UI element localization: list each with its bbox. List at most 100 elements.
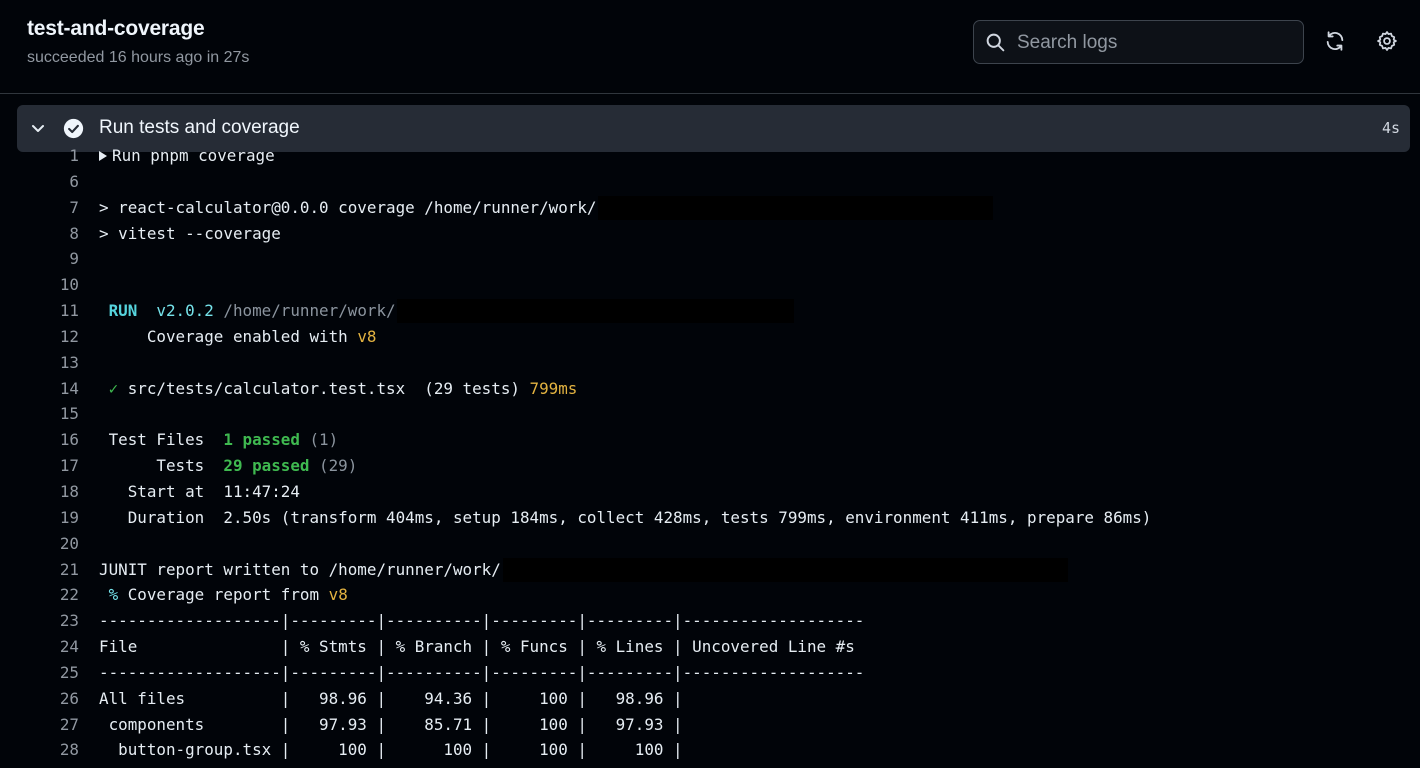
line-number[interactable]: 21 xyxy=(0,557,79,583)
search-logs-box[interactable] xyxy=(973,20,1304,65)
log-text: 29 passed xyxy=(223,456,310,476)
log-line: 13 xyxy=(0,350,1420,376)
log-text: Duration 2.50s (transform 404ms, setup 1… xyxy=(99,507,1152,527)
line-number[interactable]: 23 xyxy=(0,608,79,634)
log-text: RUN xyxy=(99,301,147,321)
line-number[interactable]: 8 xyxy=(0,221,79,247)
line-content: Duration 2.50s (transform 404ms, setup 1… xyxy=(99,505,1152,531)
log-text: -------------------|---------|----------… xyxy=(99,662,865,682)
step-duration: 4s xyxy=(1381,119,1400,137)
log-text: Coverage enabled with xyxy=(99,326,358,346)
line-number[interactable]: 16 xyxy=(0,427,79,453)
line-number[interactable]: 11 xyxy=(0,298,79,324)
log-text: /home/runner/work/ xyxy=(223,301,396,321)
line-content: Test Files 1 passed (1) xyxy=(99,427,339,453)
log-line: 6 xyxy=(0,169,1420,195)
log-text: 799ms xyxy=(529,378,578,398)
line-number[interactable]: 24 xyxy=(0,634,79,660)
log-text: button-group.tsx | 100 | 100 | 100 | 100… xyxy=(99,740,683,760)
redacted-path xyxy=(397,299,794,324)
line-content: JUNIT report written to /home/runner/wor… xyxy=(99,557,501,583)
line-content: Run pnpm coverage xyxy=(99,143,275,169)
log-text: > react-calculator@0.0.0 coverage /home/… xyxy=(99,197,597,217)
line-number[interactable]: 7 xyxy=(0,195,79,221)
log-text: File | % Stmts | % Branch | % Funcs | % … xyxy=(99,637,855,657)
log-line: 10 xyxy=(0,272,1420,298)
line-number[interactable]: 27 xyxy=(0,712,79,738)
log-line: 24 File | % Stmts | % Branch | % Funcs | … xyxy=(0,634,1420,660)
log-text: > vitest --coverage xyxy=(99,223,281,243)
log-text: Coverage report from xyxy=(118,585,329,605)
line-content: -------------------|---------|----------… xyxy=(99,660,864,686)
log-output: 1 Run pnpm coverage 6 7 > react-calculator@0… xyxy=(0,143,1420,763)
log-line: 17 Tests 29 passed (29) xyxy=(0,453,1420,479)
line-number[interactable]: 6 xyxy=(0,169,79,195)
log-line: 11 RUN v2.0.2 /home/runner/work/ xyxy=(0,298,1420,324)
log-text: components | 97.93 | 85.71 | 100 | 97.93… xyxy=(99,714,683,734)
search-icon xyxy=(986,33,1005,52)
line-content: File | % Stmts | % Branch | % Funcs | % … xyxy=(99,634,855,660)
log-line: 21 JUNIT report written to /home/runner/w… xyxy=(0,557,1420,583)
line-content: Tests 29 passed (29) xyxy=(99,453,357,479)
line-content: All files | 98.96 | 94.36 | 100 | 98.96 … xyxy=(99,686,683,712)
log-text: Test Files xyxy=(99,430,224,450)
log-line: 7 > react-calculator@0.0.0 coverage /home… xyxy=(0,195,1420,221)
log-line: 26 All files | 98.96 | 94.36 | 100 | 98.9… xyxy=(0,686,1420,712)
log-line: 14 ✓ src/tests/calculator.test.tsx (29 t… xyxy=(0,376,1420,402)
line-number[interactable]: 25 xyxy=(0,660,79,686)
log-text: Start at 11:47:24 xyxy=(99,481,300,501)
line-content: -------------------|---------|----------… xyxy=(99,608,864,634)
log-text: Run pnpm coverage xyxy=(112,146,275,165)
line-number[interactable]: 22 xyxy=(0,582,79,608)
log-line: 18 Start at 11:47:24 xyxy=(0,479,1420,505)
refresh-button[interactable] xyxy=(1320,26,1350,56)
search-logs-input[interactable] xyxy=(1015,21,1299,65)
log-line: 1 Run pnpm coverage xyxy=(0,143,1420,169)
line-content: > vitest --coverage xyxy=(99,221,281,247)
line-number[interactable]: 12 xyxy=(0,324,79,350)
log-line: 25 -------------------|---------|--------… xyxy=(0,660,1420,686)
log-line: 9 xyxy=(0,246,1420,272)
log-line: 22 % Coverage report from v8 xyxy=(0,582,1420,608)
log-line: 20 xyxy=(0,531,1420,557)
log-text: (29) xyxy=(309,456,358,476)
line-number[interactable]: 19 xyxy=(0,505,79,531)
job-title: test-and-coverage xyxy=(27,17,205,40)
log-text: JUNIT report written to /home/runner/wor… xyxy=(99,559,501,579)
log-text: Tests xyxy=(99,456,224,476)
log-line: 23 -------------------|---------|--------… xyxy=(0,608,1420,634)
log-text: src/tests/calculator.test.tsx (29 tests) xyxy=(118,378,530,398)
refresh-icon xyxy=(1326,31,1344,51)
line-number[interactable]: 14 xyxy=(0,376,79,402)
check-circle-icon xyxy=(63,118,84,139)
log-text: v8 xyxy=(328,585,348,605)
settings-button[interactable] xyxy=(1372,26,1402,56)
expand-caret-icon[interactable] xyxy=(99,151,107,161)
line-content: Coverage enabled with v8 xyxy=(99,324,377,350)
log-text: -------------------|---------|----------… xyxy=(99,611,865,631)
job-status: succeeded 16 hours ago in 27s xyxy=(27,49,250,66)
line-content: components | 97.93 | 85.71 | 100 | 97.93… xyxy=(99,712,683,738)
line-content: ✓ src/tests/calculator.test.tsx (29 test… xyxy=(99,376,578,402)
log-text: v8 xyxy=(357,326,377,346)
line-content: RUN v2.0.2 /home/runner/work/ xyxy=(99,298,396,324)
log-line: 28 button-group.tsx | 100 | 100 | 100 | … xyxy=(0,737,1420,763)
line-number[interactable]: 20 xyxy=(0,531,79,557)
log-line: 15 xyxy=(0,401,1420,427)
line-number[interactable]: 10 xyxy=(0,272,79,298)
log-line: 19 Duration 2.50s (transform 404ms, setu… xyxy=(0,505,1420,531)
line-number[interactable]: 18 xyxy=(0,479,79,505)
line-number[interactable]: 9 xyxy=(0,246,79,272)
line-number[interactable]: 28 xyxy=(0,737,79,763)
line-content: > react-calculator@0.0.0 coverage /home/… xyxy=(99,195,596,221)
line-number[interactable]: 15 xyxy=(0,401,79,427)
line-number[interactable]: 1 xyxy=(0,143,79,169)
line-number[interactable]: 13 xyxy=(0,350,79,376)
line-content: Start at 11:47:24 xyxy=(99,479,300,505)
line-number[interactable]: 17 xyxy=(0,453,79,479)
line-number[interactable]: 26 xyxy=(0,686,79,712)
log-text: 1 passed xyxy=(223,430,300,450)
chevron-down-icon[interactable] xyxy=(30,120,46,136)
step-title: Run tests and coverage xyxy=(99,117,300,138)
log-text: (1) xyxy=(299,430,339,450)
